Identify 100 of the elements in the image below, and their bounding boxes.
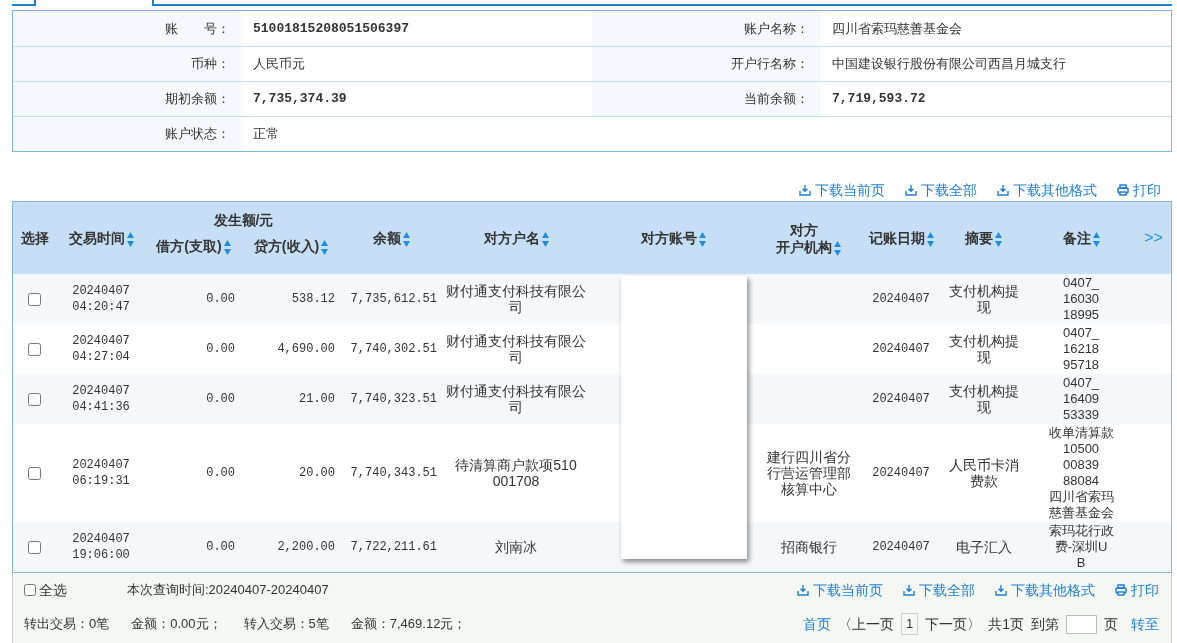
- download-link[interactable]: 下载当前页: [797, 579, 883, 601]
- counterparty-name: 待清算商户款项510 001708: [454, 457, 578, 489]
- row-checkbox[interactable]: [28, 467, 41, 481]
- field-label: 期初余额：: [165, 90, 230, 109]
- sort-icon[interactable]: [699, 231, 706, 247]
- summary-stat: 金额：0.00元；: [131, 615, 222, 634]
- sort-icon[interactable]: [926, 231, 934, 247]
- debit-amount: 0.00: [206, 292, 235, 306]
- sort-icon[interactable]: [321, 240, 329, 255]
- transaction-time: 20240407 06:19:31: [72, 458, 130, 488]
- download-link[interactable]: 下载当前页: [799, 179, 885, 201]
- counterparty-bank: 招商银行: [779, 539, 838, 555]
- sort-icon[interactable]: [1092, 231, 1100, 247]
- field-value: 7,719,593.72: [832, 90, 926, 109]
- sort-icon[interactable]: [995, 231, 1002, 247]
- credit-amount: 4,690.00: [277, 342, 335, 356]
- counterparty-name: 财付通支付科技有限公司: [445, 333, 587, 365]
- summary-stat: 金额：7,469.12元；: [350, 615, 467, 634]
- debit-amount: 0.00: [206, 392, 235, 406]
- counterparty-bank: 建行四川省分行营运管理部核算中心: [765, 449, 852, 497]
- balance-amount: 7,740,343.51: [350, 466, 437, 480]
- row-checkbox[interactable]: [28, 393, 41, 407]
- page-unit: 页: [1104, 614, 1118, 634]
- column-header[interactable]: 交易时间: [68, 229, 125, 247]
- credit-amount: 20.00: [299, 466, 335, 480]
- column-header[interactable]: 对方户名: [483, 229, 540, 247]
- sort-icon[interactable]: [402, 231, 410, 247]
- previous-page-link[interactable]: 〈上一页: [837, 613, 894, 635]
- column-header[interactable]: 备注: [1062, 229, 1091, 247]
- credit-amount: 538.12: [291, 292, 335, 306]
- select-all-label: 全选: [39, 580, 67, 600]
- download-icon: [997, 184, 1009, 196]
- column-header[interactable]: 余额: [372, 229, 401, 247]
- download-icon: [905, 184, 917, 196]
- field-value: 人民币元: [253, 55, 305, 74]
- download-icon: [995, 584, 1007, 596]
- column-group-header: 发生额/元: [213, 211, 274, 228]
- note-text: 索玛花行政费-深圳U B: [1047, 523, 1115, 571]
- summary-stat: 转出交易：0笔: [24, 615, 110, 634]
- balance-amount: 7,722,211.61: [350, 540, 437, 554]
- download-icon: [903, 584, 915, 596]
- row-checkbox[interactable]: [28, 293, 41, 307]
- go-button[interactable]: 转至: [1131, 613, 1159, 635]
- field-value: 四川省索玛慈善基金会: [832, 19, 962, 38]
- note-text: 收单清算款 10500 00839 88084 四川省索玛慈善基金会: [1047, 425, 1115, 521]
- column-header[interactable]: 对方 开户机构: [776, 222, 832, 256]
- transaction-time: 20240407 04:27:04: [72, 334, 130, 364]
- summary-text: 人民币卡消费款: [947, 457, 1020, 489]
- query-time: 本次查询时间:20240407-20240407: [127, 581, 329, 600]
- download-link[interactable]: 下载全部: [903, 579, 975, 601]
- print-link[interactable]: 打印: [1117, 179, 1161, 201]
- sort-icon[interactable]: [834, 241, 841, 256]
- balance-amount: 7,740,323.51: [350, 392, 437, 406]
- download-link[interactable]: 下载其他格式: [997, 179, 1097, 201]
- column-header[interactable]: 摘要: [965, 229, 993, 247]
- note-text: 0407_ 16409 53339: [1061, 375, 1101, 423]
- posting-date: 20240407: [872, 466, 930, 480]
- counterparty-name: 财付通支付科技有限公司: [445, 383, 587, 415]
- page-count: 共1页: [988, 614, 1024, 634]
- counterparty-name: 财付通支付科技有限公司: [445, 283, 587, 315]
- next-page-link[interactable]: 下一页〉: [925, 613, 982, 635]
- summary-text: 支付机构提现: [947, 383, 1020, 415]
- field-value: 正常: [253, 125, 279, 144]
- download-link[interactable]: 下载全部: [905, 179, 977, 201]
- note-text: 0407_ 16218 95718: [1061, 325, 1101, 373]
- sort-icon[interactable]: [541, 231, 549, 247]
- column-header[interactable]: 记账日期: [868, 229, 925, 247]
- field-value: 中国建设银行股份有限公司西昌月城支行: [832, 55, 1066, 74]
- transaction-time: 20240407 04:20:47: [72, 284, 130, 314]
- column-header: 选择: [20, 229, 49, 247]
- row-checkbox[interactable]: [28, 343, 41, 357]
- print-icon: [1117, 184, 1129, 196]
- debit-amount: 0.00: [206, 540, 235, 554]
- sort-icon[interactable]: [126, 231, 134, 247]
- current-page[interactable]: 1: [900, 613, 919, 635]
- credit-amount: 2,200.00: [277, 540, 335, 554]
- goto-label: 到第: [1031, 614, 1059, 634]
- field-label: 账 号：: [165, 19, 230, 38]
- field-label: 当前余额：: [744, 90, 809, 109]
- note-text: 0407_ 16030 18995: [1061, 275, 1101, 323]
- column-header[interactable]: 借方(支取): [156, 238, 222, 255]
- row-checkbox[interactable]: [28, 541, 41, 555]
- field-label: 账户名称：: [744, 19, 809, 38]
- print-icon: [1115, 584, 1127, 596]
- download-link[interactable]: 下载其他格式: [995, 579, 1095, 601]
- transaction-time: 20240407 19:06:00: [72, 532, 130, 562]
- sort-icon[interactable]: [223, 240, 231, 255]
- first-page-link[interactable]: 首页: [802, 613, 831, 635]
- column-header[interactable]: 贷方(收入): [253, 238, 320, 255]
- transaction-time: 20240407 04:41:36: [72, 384, 130, 414]
- column-header[interactable]: 对方账号: [641, 229, 697, 247]
- balance-amount: 7,735,612.51: [350, 292, 437, 306]
- credit-amount: 21.00: [299, 392, 335, 406]
- posting-date: 20240407: [872, 392, 930, 406]
- select-all-checkbox[interactable]: [24, 584, 36, 596]
- debit-amount: 0.00: [206, 466, 235, 480]
- download-icon: [799, 184, 811, 196]
- page-input[interactable]: [1066, 614, 1097, 634]
- print-link[interactable]: 打印: [1115, 579, 1159, 601]
- posting-date: 20240407: [872, 292, 930, 306]
